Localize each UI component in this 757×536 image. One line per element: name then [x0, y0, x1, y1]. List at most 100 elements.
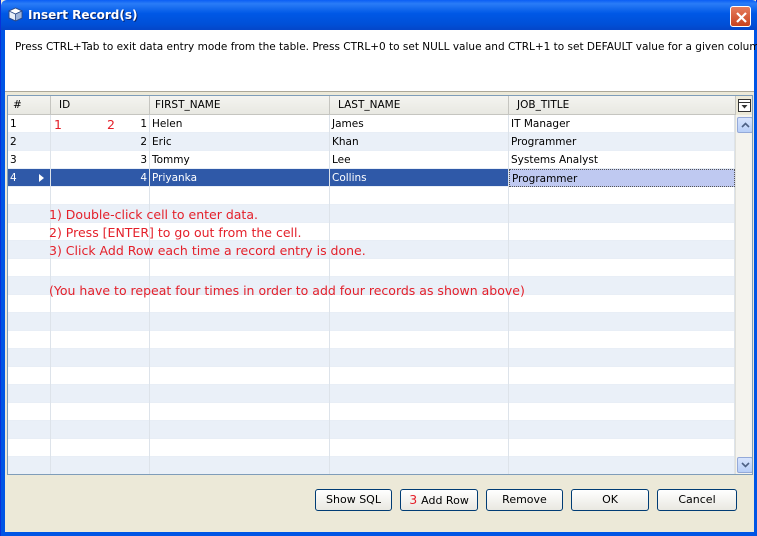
cell-job[interactable]: IT Manager	[509, 115, 735, 133]
cell-job[interactable]	[509, 223, 735, 241]
cell-num[interactable]	[8, 403, 51, 421]
cell-id[interactable]	[51, 385, 150, 403]
cell-job[interactable]: Programmer	[509, 133, 735, 151]
column-header-last-name[interactable]: LAST_NAME	[330, 96, 509, 115]
cell-num[interactable]	[8, 259, 51, 277]
cell-first[interactable]: Eric	[150, 133, 330, 151]
cell-id[interactable]	[51, 439, 150, 457]
cell-id[interactable]: 4	[51, 169, 150, 187]
empty-row[interactable]	[8, 403, 735, 421]
empty-row[interactable]	[8, 367, 735, 385]
cell-last[interactable]	[330, 367, 509, 385]
cell-job[interactable]	[509, 349, 735, 367]
cell-first[interactable]	[150, 457, 330, 474]
cell-num[interactable]	[8, 277, 51, 295]
cell-num[interactable]: 2	[8, 133, 51, 151]
cell-num[interactable]: 4	[8, 169, 51, 187]
cell-first[interactable]	[150, 367, 330, 385]
cell-num[interactable]	[8, 349, 51, 367]
empty-row[interactable]	[8, 385, 735, 403]
cell-last[interactable]	[330, 349, 509, 367]
cell-last[interactable]	[330, 439, 509, 457]
empty-row[interactable]	[8, 331, 735, 349]
empty-row[interactable]	[8, 457, 735, 474]
cell-last[interactable]: Collins	[330, 169, 509, 187]
cell-job[interactable]: Programmer	[509, 169, 735, 187]
cell-first[interactable]	[150, 313, 330, 331]
cell-job[interactable]	[509, 403, 735, 421]
cell-last[interactable]: James	[330, 115, 509, 133]
cell-num[interactable]	[8, 187, 51, 205]
cell-job[interactable]	[509, 187, 735, 205]
cell-last[interactable]	[330, 385, 509, 403]
cell-job[interactable]	[509, 277, 735, 295]
cell-first[interactable]: Helen	[150, 115, 330, 133]
cell-job[interactable]	[509, 313, 735, 331]
cell-num[interactable]	[8, 385, 51, 403]
cell-num[interactable]	[8, 223, 51, 241]
column-header-job-title[interactable]: JOB_TITLE	[509, 96, 735, 115]
cell-last[interactable]	[330, 457, 509, 474]
cell-job[interactable]	[509, 439, 735, 457]
cell-first[interactable]	[150, 187, 330, 205]
cell-num[interactable]	[8, 295, 51, 313]
column-header-id[interactable]: ID	[51, 96, 150, 115]
cell-last[interactable]: Khan	[330, 133, 509, 151]
cell-last[interactable]: Lee	[330, 151, 509, 169]
ok-button[interactable]: OK	[571, 489, 649, 511]
cell-id[interactable]	[51, 187, 150, 205]
cell-first[interactable]	[150, 331, 330, 349]
empty-row[interactable]	[8, 421, 735, 439]
cell-first[interactable]	[150, 259, 330, 277]
cell-last[interactable]	[330, 259, 509, 277]
cell-first[interactable]: Priyanka	[150, 169, 330, 187]
cell-num[interactable]	[8, 313, 51, 331]
column-header-first-name[interactable]: FIRST_NAME	[150, 96, 330, 115]
cell-id[interactable]: 3	[51, 151, 150, 169]
cancel-button[interactable]: Cancel	[657, 489, 737, 511]
cell-job[interactable]	[509, 421, 735, 439]
remove-button[interactable]: Remove	[486, 489, 563, 511]
table-row[interactable]: 2 2 Eric Khan Programmer	[8, 133, 735, 151]
cell-first[interactable]: Tommy	[150, 151, 330, 169]
cell-id[interactable]: 2	[51, 133, 150, 151]
cell-first[interactable]	[150, 385, 330, 403]
cell-job[interactable]: Systems Analyst	[509, 151, 735, 169]
column-chooser-button[interactable]	[735, 96, 752, 115]
cell-num[interactable]	[8, 205, 51, 223]
cell-first[interactable]	[150, 439, 330, 457]
cell-last[interactable]	[330, 331, 509, 349]
cell-first[interactable]	[150, 403, 330, 421]
cell-job[interactable]	[509, 205, 735, 223]
cell-num[interactable]	[8, 439, 51, 457]
cell-id[interactable]	[51, 457, 150, 474]
cell-first[interactable]	[150, 421, 330, 439]
cell-num[interactable]	[8, 331, 51, 349]
cell-id[interactable]	[51, 403, 150, 421]
scroll-down-button[interactable]	[737, 457, 752, 473]
cell-id[interactable]	[51, 259, 150, 277]
title-bar[interactable]: Insert Record(s)	[1, 0, 757, 30]
cell-job[interactable]	[509, 241, 735, 259]
empty-row[interactable]	[8, 349, 735, 367]
cell-id[interactable]	[51, 331, 150, 349]
scroll-up-button[interactable]	[737, 117, 752, 133]
cell-last[interactable]	[330, 313, 509, 331]
cell-num[interactable]: 3	[8, 151, 51, 169]
cell-id[interactable]: 1	[51, 115, 150, 133]
cell-job[interactable]	[509, 457, 735, 474]
close-button[interactable]	[730, 6, 751, 27]
cell-num[interactable]	[8, 367, 51, 385]
cell-last[interactable]	[330, 403, 509, 421]
cell-num[interactable]: 1	[8, 115, 51, 133]
cell-id[interactable]	[51, 367, 150, 385]
cell-job[interactable]	[509, 259, 735, 277]
empty-row[interactable]	[8, 439, 735, 457]
cell-num[interactable]	[8, 241, 51, 259]
cell-id[interactable]	[51, 349, 150, 367]
table-row[interactable]: 4 4 Priyanka Collins Programmer	[8, 169, 735, 187]
empty-row[interactable]	[8, 187, 735, 205]
cell-job[interactable]	[509, 367, 735, 385]
empty-row[interactable]	[8, 259, 735, 277]
cell-job[interactable]	[509, 385, 735, 403]
